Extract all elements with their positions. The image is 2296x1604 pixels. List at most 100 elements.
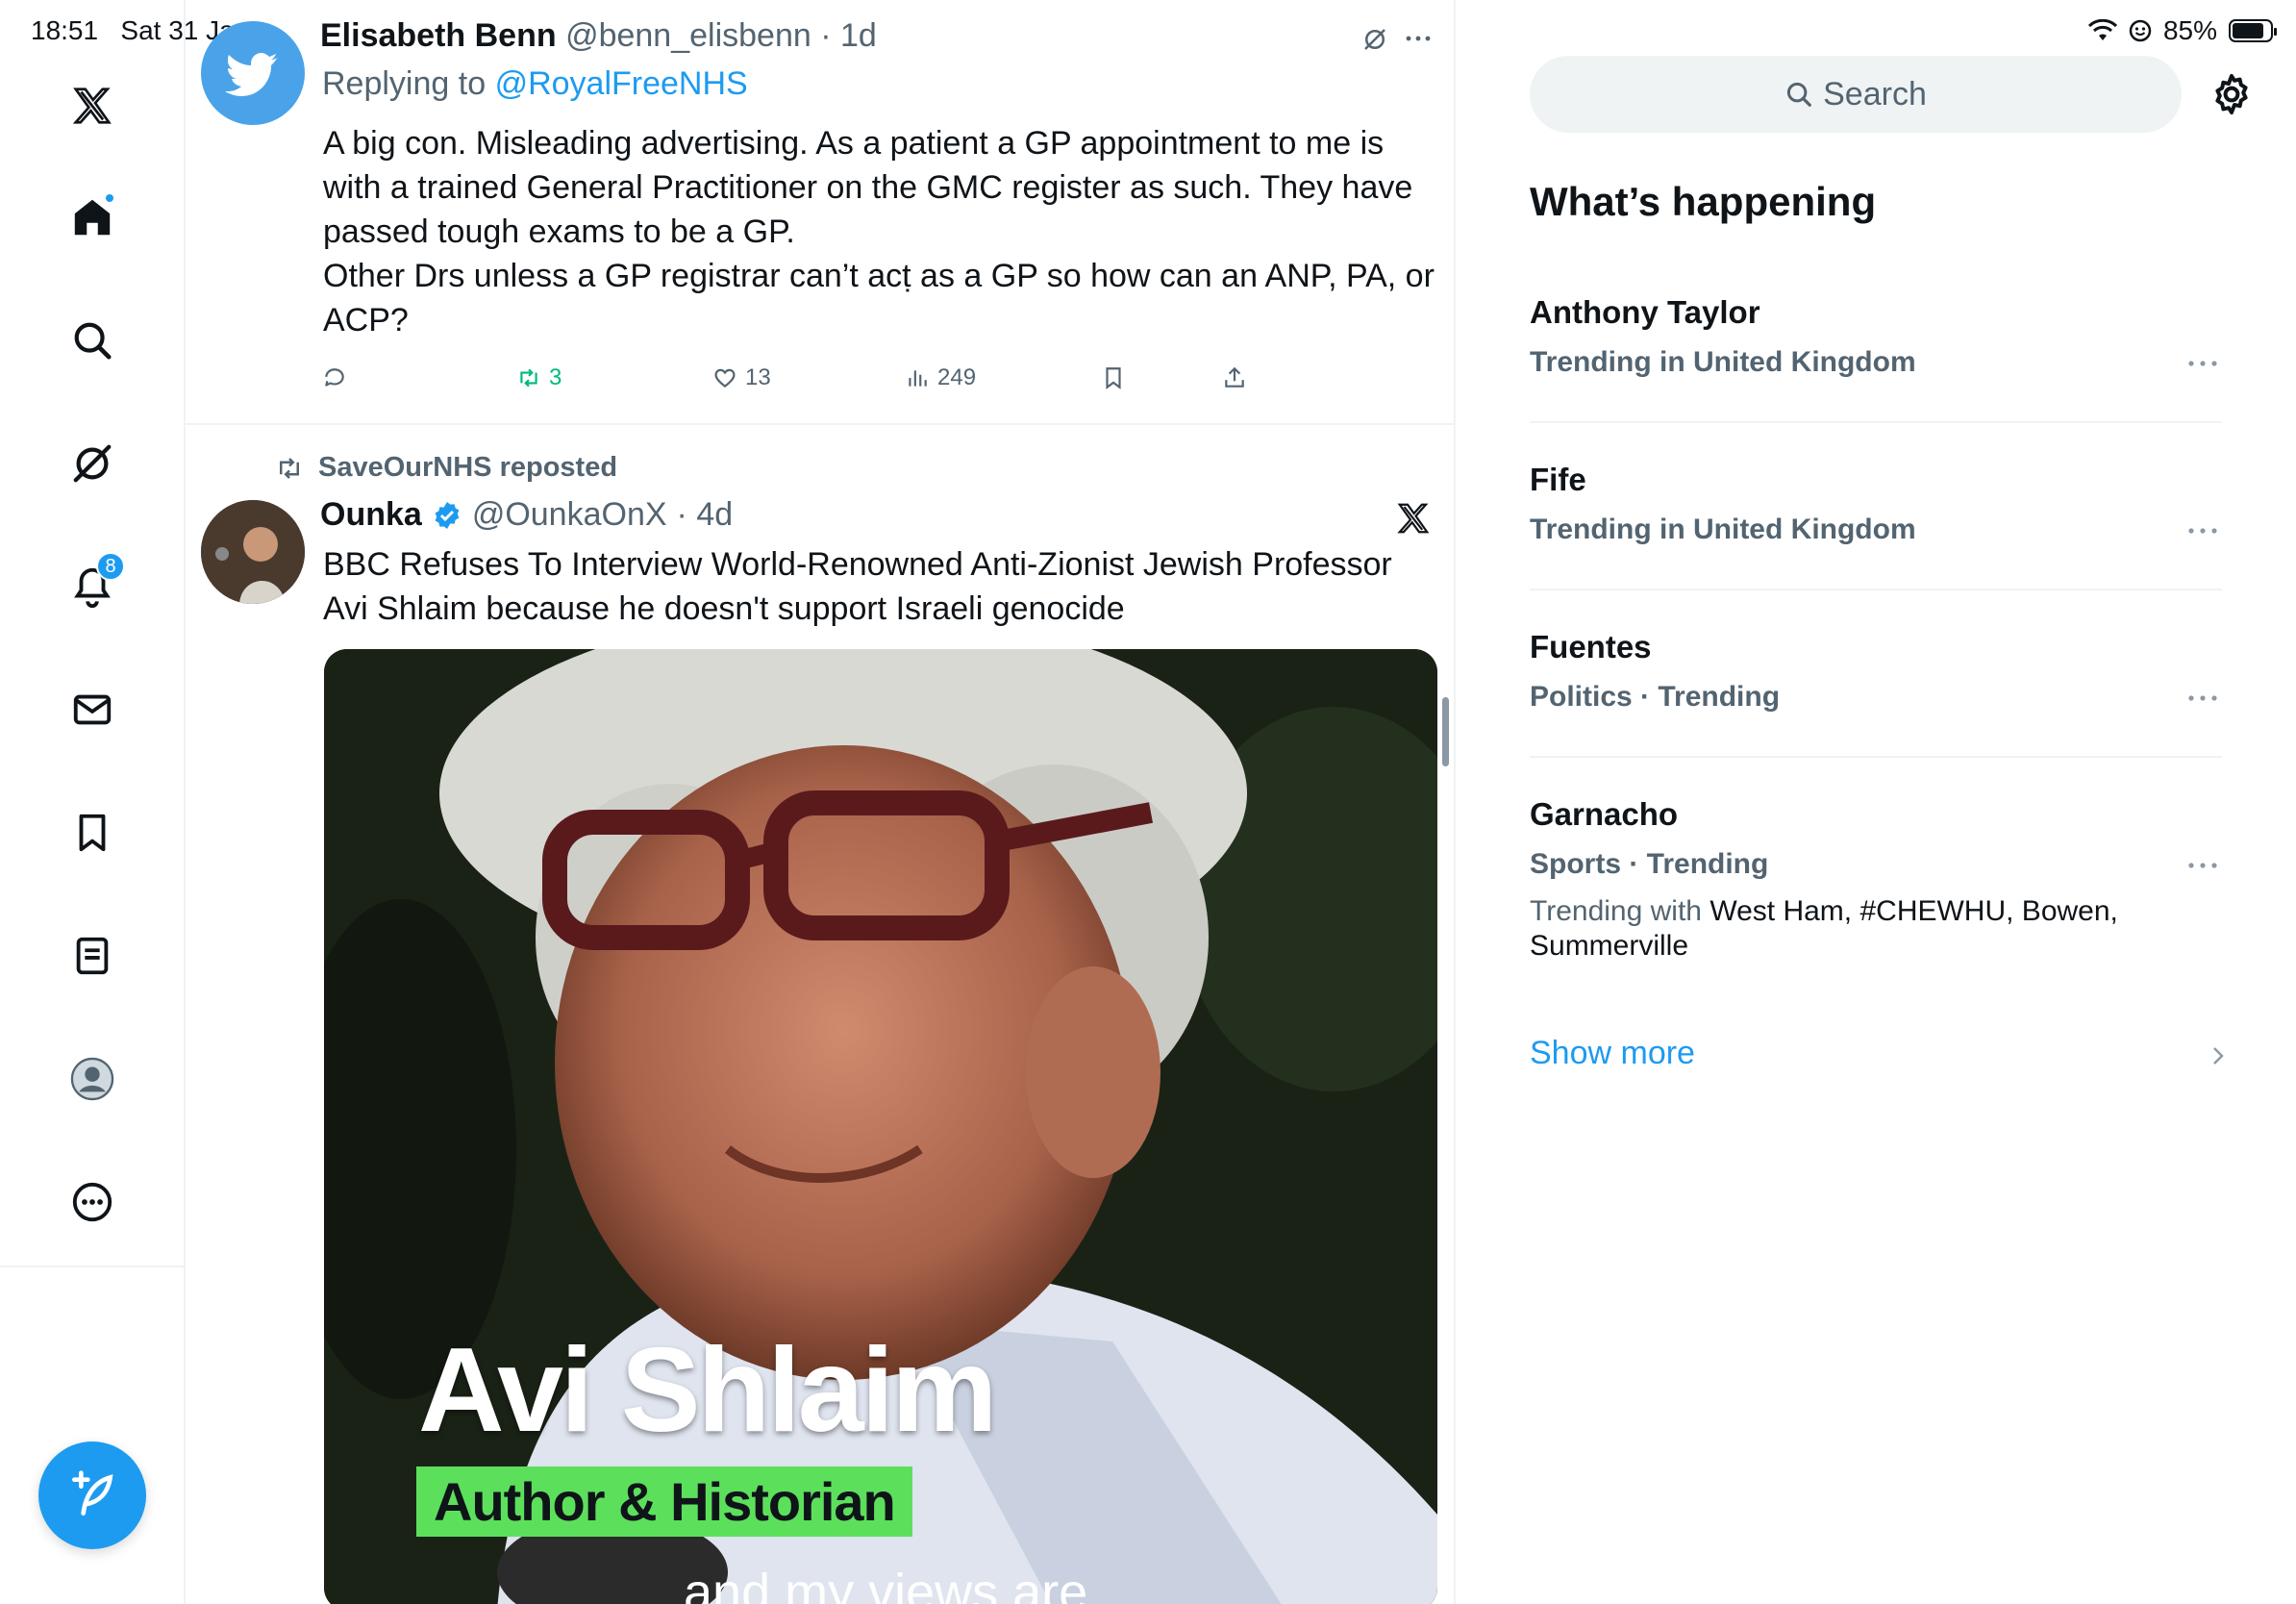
more-options-icon[interactable]	[2184, 354, 2222, 373]
tweet-text: A big con. Misleading advertising. As a …	[323, 121, 1438, 342]
verified-icon	[435, 501, 460, 529]
trend-item[interactable]: Fuentes Politics · Trending	[1530, 629, 2222, 714]
repost-context[interactable]: SaveOurNHS reposted	[274, 452, 1455, 484]
grok-icon[interactable]	[1360, 25, 1389, 54]
home-icon[interactable]	[63, 188, 121, 246]
gear-icon[interactable]	[2209, 71, 2255, 117]
share-icon	[1225, 366, 1244, 388]
trend-name: Fife	[1530, 462, 1586, 497]
tweet-line: Other Drs unless a GP registrar can’t ac…	[323, 258, 1435, 294]
notifications-badge: 8	[96, 552, 125, 581]
trend-context: Politics · Trending	[1530, 681, 1781, 713]
trend-context: Trending in United Kingdom	[1530, 514, 1916, 545]
bird-icon	[225, 53, 278, 96]
tweet-line: BBC Refuses To Interview World-Renowned …	[323, 546, 1392, 583]
tweet-video[interactable]: Avi Shlaim Author & Historian and my vie…	[324, 649, 1437, 1604]
tweet-divider	[186, 423, 1455, 425]
more-icon[interactable]	[63, 1173, 121, 1231]
more-options-icon[interactable]	[2184, 689, 2222, 708]
tweet-line: A big con. Misleading advertising. As a …	[323, 125, 1385, 162]
trend-item[interactable]: Fife Trending in United Kingdom	[1530, 462, 2222, 546]
chevron-right-icon[interactable]	[2207, 1042, 2230, 1069]
trend-divider	[1530, 756, 2222, 758]
x-logo-icon[interactable]	[1395, 500, 1432, 537]
right-sidebar: Search What’s happening Anthony Taylor T…	[1457, 0, 2296, 1604]
profile-icon[interactable]	[63, 1050, 121, 1108]
notifications-icon[interactable]: 8	[63, 552, 125, 615]
trend-name: Fuentes	[1530, 629, 1652, 664]
reply-icon	[325, 368, 344, 387]
trend-context: Sports · Trending	[1530, 848, 1769, 880]
more-options-icon[interactable]	[2184, 521, 2222, 540]
like-button[interactable]: 13	[712, 364, 771, 391]
reposted-by: SaveOurNHS reposted	[318, 452, 618, 483]
repost-icon	[520, 368, 537, 388]
tweet-line: Avi Shlaim because he doesn't support Is…	[323, 590, 1125, 627]
section-title: What’s happening	[1530, 179, 1877, 224]
bookmark-icon	[1106, 367, 1121, 389]
compose-icon	[72, 1470, 113, 1516]
video-caption-name: Avi Shlaim	[418, 1324, 997, 1457]
grok-icon[interactable]	[63, 435, 121, 492]
search-placeholder: Search	[1823, 75, 1927, 113]
author-handle[interactable]: @benn_elisbenn	[565, 17, 811, 54]
trend-related: Trending with West Ham, #CHEWHU, Bowen, …	[1530, 894, 2222, 964]
trend-name: Garnacho	[1530, 796, 1679, 832]
tweet-line: passed tough exams to be a GP.	[323, 213, 795, 250]
tweet-header: Ounka @OunkaOnX · 4d	[320, 496, 1455, 534]
views-button[interactable]: 249	[905, 364, 976, 391]
avatar[interactable]	[201, 21, 305, 125]
trend-context: Trending in United Kingdom	[1530, 346, 1916, 378]
bookmarks-icon[interactable]	[63, 804, 121, 862]
search-icon[interactable]	[63, 312, 121, 369]
video-caption-subtitle: and my views are	[684, 1564, 1088, 1604]
tweet-actions: 3 13 249	[186, 362, 1455, 394]
home-notification-dot	[104, 192, 115, 204]
search-icon	[1787, 82, 1811, 107]
author-name[interactable]: Elisabeth Benn	[320, 17, 557, 54]
timeline-border	[1454, 0, 1456, 1604]
timeline[interactable]: Elisabeth Benn @benn_elisbenn · 1d Reply…	[186, 0, 1455, 1604]
tweet-time[interactable]: · 1d	[820, 17, 877, 54]
replying-to: Replying to @RoyalFreeNHS	[322, 65, 1455, 103]
tweet-time[interactable]: · 4d	[677, 496, 734, 534]
trend-with-label: Trending with	[1530, 895, 1702, 927]
tweet-line: with a trained General Practitioner on t…	[323, 169, 1413, 206]
avatar-photo	[201, 500, 305, 604]
views-icon	[909, 370, 927, 387]
trend-name: Anthony Taylor	[1530, 294, 1760, 330]
trend-item[interactable]: Anthony Taylor Trending in United Kingdo…	[1530, 294, 2222, 379]
more-options-icon[interactable]	[1403, 29, 1434, 48]
repost-button[interactable]: 3	[516, 364, 562, 391]
trend-divider	[1530, 421, 2222, 423]
views-count: 249	[937, 364, 977, 390]
more-options-icon[interactable]	[2184, 856, 2222, 875]
replying-label: Replying to	[322, 65, 487, 102]
messages-icon[interactable]	[63, 681, 121, 739]
repost-icon	[280, 457, 299, 479]
x-logo-icon[interactable]	[63, 77, 121, 135]
video-frame	[324, 649, 1437, 1604]
video-caption-role: Author & Historian	[416, 1466, 912, 1537]
replying-to-link[interactable]: @RoyalFreeNHS	[495, 65, 748, 102]
show-more-link[interactable]: Show more	[1530, 1035, 1695, 1072]
share-button[interactable]	[1222, 365, 1247, 390]
repost-count: 3	[549, 364, 562, 390]
tweet-line: ACP?	[323, 302, 409, 338]
like-count: 13	[745, 364, 771, 390]
tweet-text: BBC Refuses To Interview World-Renowned …	[323, 542, 1438, 631]
sidebar-divider	[0, 1266, 186, 1267]
timeline-scrollbar[interactable]	[1442, 697, 1449, 766]
trend-item[interactable]: Garnacho Sports · Trending Trending with…	[1530, 796, 2222, 964]
heart-icon	[714, 368, 736, 388]
compose-button[interactable]	[38, 1441, 146, 1549]
trend-divider	[1530, 589, 2222, 590]
tweet-header: Elisabeth Benn @benn_elisbenn · 1d	[320, 17, 1455, 55]
lists-icon[interactable]	[63, 927, 121, 985]
author-handle[interactable]: @OunkaOnX	[472, 496, 667, 534]
reply-button[interactable]	[322, 365, 347, 390]
avatar[interactable]	[201, 500, 305, 604]
author-name[interactable]: Ounka	[320, 496, 422, 534]
search-input[interactable]: Search	[1530, 56, 2182, 133]
bookmark-button[interactable]	[1101, 365, 1126, 390]
